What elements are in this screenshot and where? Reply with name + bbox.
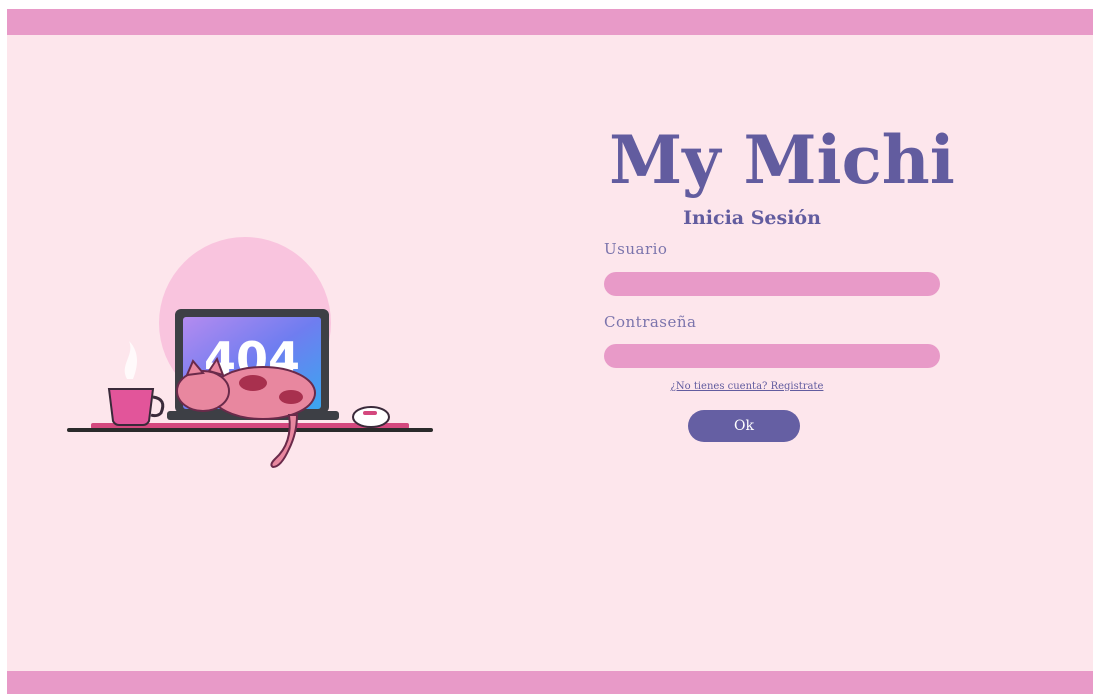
mouse-icon: [352, 406, 390, 428]
user-label: Usuario: [604, 240, 668, 258]
cup-handle: [150, 395, 165, 418]
sleeping-cat-laptop-illustration: 404: [67, 237, 433, 469]
cat-tail: [270, 414, 299, 469]
cat-head: [176, 370, 230, 412]
top-bar: [7, 9, 1093, 35]
register-link[interactable]: ¿No tienes cuenta? Registrate: [597, 381, 897, 392]
app-title: My Michi: [609, 121, 955, 199]
cup-icon: [107, 388, 155, 426]
login-page: 404 My Michi Inicia Sesión Usuario Contr…: [7, 9, 1093, 694]
login-subtitle: Inicia Sesión: [683, 207, 821, 229]
ok-button[interactable]: Ok: [688, 410, 800, 442]
steam-icon: [124, 341, 137, 379]
password-input[interactable]: [604, 344, 940, 368]
password-label: Contraseña: [604, 313, 697, 331]
bottom-bar: [7, 671, 1093, 694]
user-input[interactable]: [604, 272, 940, 296]
shelf-line: [67, 428, 433, 432]
